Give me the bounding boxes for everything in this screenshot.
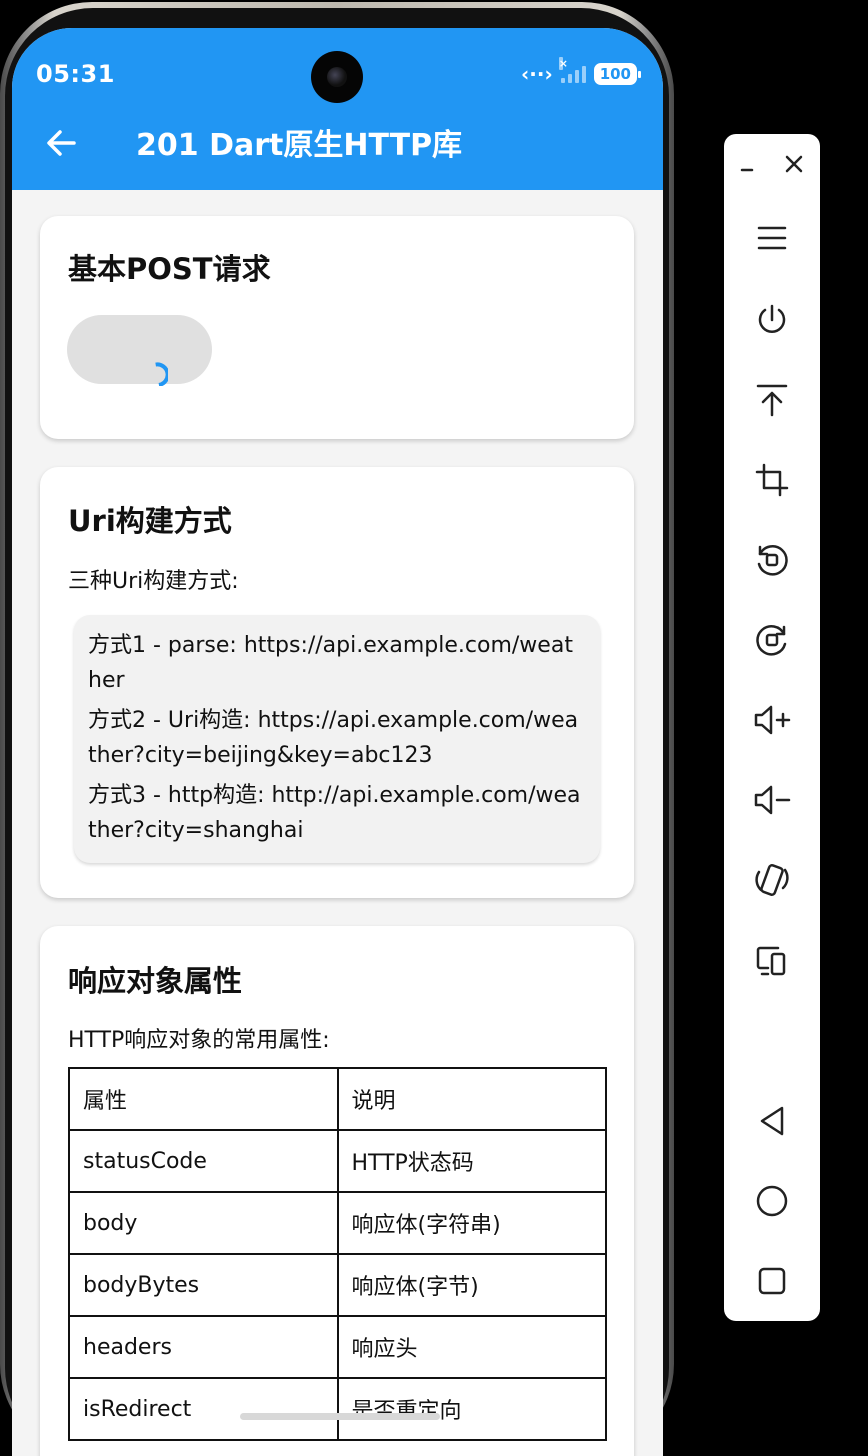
shake-button[interactable] [752, 860, 792, 900]
uri-card: Uri构建方式 三种Uri构建方式: 方式1 - parse: https://… [40, 467, 634, 898]
volume-down-icon [754, 785, 791, 815]
response-props-table: 属性 说明 statusCode HTTP状态码 body 响应体(字符串) b… [68, 1067, 607, 1441]
back-nav-icon [760, 1106, 784, 1136]
app-bar: 05:31 ‹··› × 100 201 Dart原生HTTP库 [12, 28, 663, 190]
minimize-button[interactable] [734, 150, 762, 178]
back-nav-button[interactable] [752, 1101, 792, 1141]
signal-icon: × [558, 57, 586, 83]
recents-nav-icon [758, 1267, 786, 1295]
rotate-left-button[interactable] [752, 540, 792, 580]
crop-icon [755, 463, 789, 497]
multi-device-button[interactable] [752, 940, 792, 980]
table-header-cell: 属性 [68, 1067, 339, 1131]
table-row: isRedirect 是否重定向 [68, 1377, 607, 1441]
close-icon [785, 155, 803, 173]
network-icon: ‹··› [521, 62, 553, 86]
crop-button[interactable] [752, 460, 792, 500]
table-cell: 响应体(字节) [336, 1253, 607, 1317]
table-row: body 响应体(字符串) [68, 1191, 607, 1255]
back-button[interactable] [42, 124, 82, 164]
loading-spinner-icon [155, 362, 168, 386]
shake-icon [755, 864, 789, 896]
table-cell: 响应头 [336, 1315, 607, 1379]
status-icons: ‹··› × 100 [521, 57, 642, 86]
minimize-icon [740, 168, 754, 172]
battery-icon: 100 [593, 63, 642, 85]
response-card: 响应对象属性 HTTP响应对象的常用属性: 属性 说明 statusCode H… [40, 926, 634, 1456]
menu-button[interactable] [752, 218, 792, 258]
table-row: headers 响应头 [68, 1315, 607, 1379]
uri-line-2: 方式2 - Uri构造: https://api.example.com/wea… [88, 708, 579, 768]
uri-line-1: 方式1 - parse: https://api.example.com/wea… [88, 633, 573, 693]
camera-cutout [311, 51, 363, 103]
recents-nav-button[interactable] [752, 1261, 792, 1301]
home-indicator[interactable] [240, 1413, 440, 1420]
table-cell: 响应体(字符串) [336, 1191, 607, 1255]
home-nav-button[interactable] [752, 1181, 792, 1221]
volume-up-icon [754, 705, 791, 735]
table-row: bodyBytes 响应体(字节) [68, 1253, 607, 1317]
post-card-title: 基本POST请求 [68, 252, 271, 286]
power-button[interactable] [752, 300, 792, 340]
table-cell: 是否重定向 [336, 1377, 607, 1441]
table-cell: headers [68, 1315, 339, 1379]
rotate-right-icon [756, 625, 787, 656]
uri-code-box: 方式1 - parse: https://api.example.com/wea… [74, 615, 600, 863]
volume-up-button[interactable] [752, 700, 792, 740]
menu-icon [757, 226, 787, 250]
post-request-button[interactable] [67, 315, 212, 386]
post-card: 基本POST请求 [40, 216, 634, 439]
table-cell: HTTP状态码 [336, 1129, 607, 1193]
table-cell: bodyBytes [68, 1253, 339, 1317]
table-cell: isRedirect [68, 1377, 339, 1441]
multi-device-icon [756, 946, 786, 976]
power-icon [758, 304, 786, 333]
volume-down-button[interactable] [752, 780, 792, 820]
response-card-desc: HTTP响应对象的常用属性: [68, 1028, 330, 1053]
table-cell: statusCode [68, 1129, 339, 1193]
table-header-cell: 说明 [336, 1067, 607, 1131]
emulator-side-panel [724, 134, 820, 1321]
uri-line-3: 方式3 - http构造: http://api.example.com/wea… [88, 783, 581, 843]
home-nav-icon [756, 1185, 788, 1217]
rotate-left-icon [757, 545, 788, 576]
arrow-left-icon [47, 130, 76, 156]
uri-card-title: Uri构建方式 [68, 504, 232, 538]
close-button[interactable] [780, 150, 808, 178]
response-card-title: 响应对象属性 [68, 964, 243, 998]
status-time: 05:31 [36, 60, 115, 88]
pin-top-icon [756, 384, 788, 417]
pin-top-button[interactable] [752, 380, 792, 420]
table-cell: body [68, 1191, 339, 1255]
device-screen: 05:31 ‹··› × 100 201 Dart原生HTTP库 基本POST请… [12, 28, 663, 1456]
rotate-right-button[interactable] [752, 620, 792, 660]
page-title: 201 Dart原生HTTP库 [136, 128, 463, 163]
uri-card-desc: 三种Uri构建方式: [68, 569, 239, 594]
table-row: statusCode HTTP状态码 [68, 1129, 607, 1193]
table-header-row: 属性 说明 [68, 1067, 607, 1131]
